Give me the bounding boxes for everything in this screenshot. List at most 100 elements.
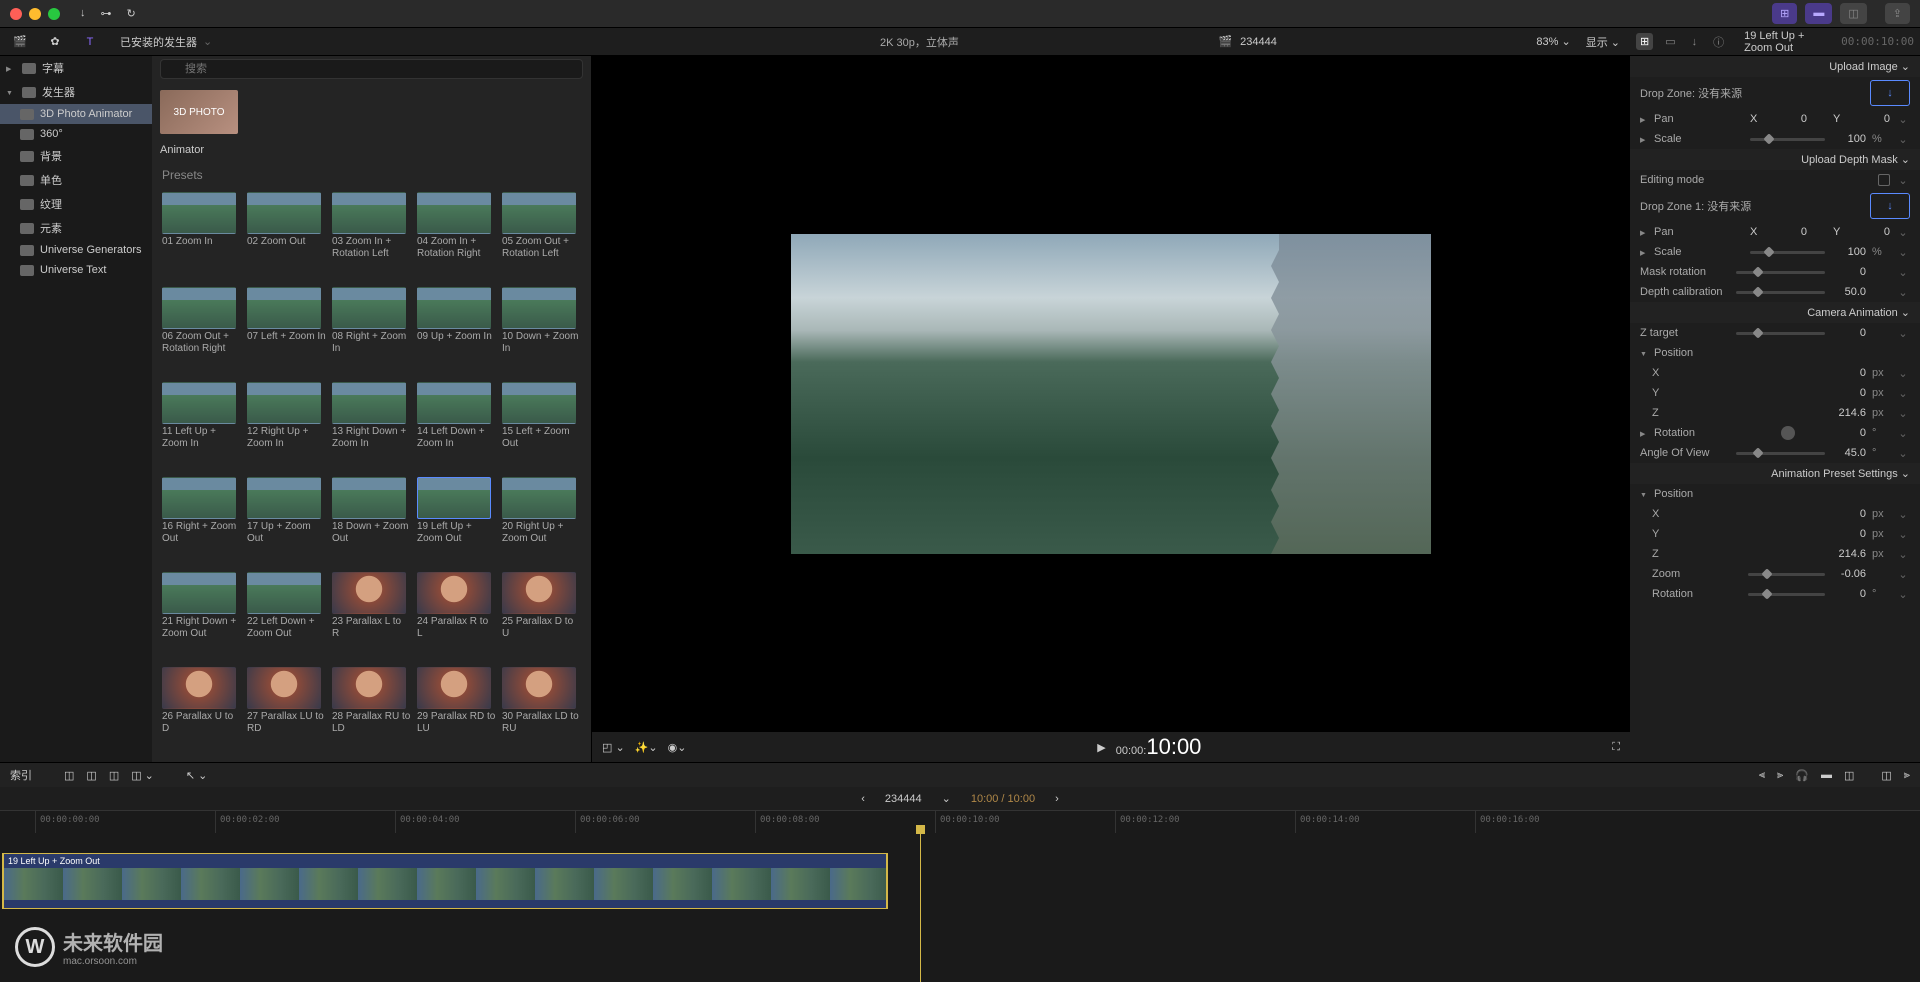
sidebar-item[interactable]: Universe Generators — [0, 240, 152, 260]
inspector-tab-info[interactable]: ↓ — [1688, 34, 1702, 50]
tl-icon-r4[interactable]: ▬ — [1821, 769, 1832, 781]
minimize-window[interactable] — [29, 8, 41, 20]
rot2-val[interactable]: 0 — [1831, 588, 1866, 600]
timeline-playhead[interactable] — [920, 833, 921, 982]
editing-mode-checkbox[interactable] — [1878, 174, 1890, 186]
position-label[interactable]: Position — [1654, 347, 1744, 359]
select-tool-icon[interactable]: ↖ ⌄ — [186, 769, 208, 782]
scale2-slider[interactable] — [1750, 251, 1825, 254]
preset-item[interactable]: 06 Zoom Out + Rotation Right — [162, 287, 241, 376]
preset-item[interactable]: 09 Up + Zoom In — [417, 287, 496, 376]
sidebar-item[interactable]: 字幕 — [0, 56, 152, 80]
scale2-val[interactable]: 100 — [1831, 246, 1866, 258]
titles-icon[interactable]: T — [80, 33, 100, 51]
tl-tool-2[interactable]: ◫ — [86, 769, 96, 782]
keyword-icon[interactable]: ⊶ — [101, 7, 112, 20]
tl-icon-r3[interactable]: 🎧 — [1795, 769, 1809, 782]
preset-item[interactable]: 23 Parallax L to R — [332, 572, 411, 661]
sidebar-item[interactable]: 360° — [0, 124, 152, 144]
preset-item[interactable]: 30 Parallax LD to RU — [502, 667, 581, 756]
pos2-y-val[interactable]: 0 — [1831, 528, 1866, 540]
depth-cal-slider[interactable] — [1736, 291, 1825, 294]
tl-icon-r1[interactable]: ⫷ — [1759, 769, 1765, 782]
rotation-dial[interactable] — [1781, 426, 1795, 440]
workspace-btn-3[interactable]: ◫ — [1840, 3, 1866, 24]
viewer-display[interactable]: 显示 ⌄ — [1586, 34, 1620, 50]
dropzone-well[interactable]: ↓ — [1870, 80, 1910, 106]
tl-icon-r7[interactable]: ⫸ — [1904, 769, 1910, 782]
tl-icon-r5[interactable]: ◫ — [1844, 769, 1854, 782]
preset-item[interactable]: 19 Left Up + Zoom Out — [417, 477, 496, 566]
workspace-btn-2[interactable]: ▬ — [1805, 3, 1832, 24]
inspector-tab-i[interactable]: ⓘ — [1709, 32, 1728, 52]
workspace-btn-1[interactable]: ⊞ — [1772, 3, 1797, 24]
preset-item[interactable]: 18 Down + Zoom Out — [332, 477, 411, 566]
pan-y[interactable]: 0 — [1855, 113, 1890, 125]
share-icon[interactable]: ⇪ — [1885, 3, 1910, 24]
preset-item[interactable]: 07 Left + Zoom In — [247, 287, 326, 376]
preset-item[interactable]: 28 Parallax RU to LD — [332, 667, 411, 756]
tl-icon-r6[interactable]: ◫ — [1881, 769, 1891, 782]
preset-item[interactable]: 13 Right Down + Zoom In — [332, 382, 411, 471]
sidebar-item[interactable]: 背景 — [0, 144, 152, 168]
sidebar-item[interactable]: 发生器 — [0, 80, 152, 104]
timeline-ruler[interactable]: 00:00:00:0000:00:02:0000:00:04:0000:00:0… — [0, 811, 1920, 833]
preset-item[interactable]: 27 Parallax LU to RD — [247, 667, 326, 756]
rot2-slider[interactable] — [1748, 593, 1825, 596]
scale-slider[interactable] — [1750, 138, 1825, 141]
sidebar-item[interactable]: 单色 — [0, 168, 152, 192]
preset-item[interactable]: 01 Zoom In — [162, 192, 241, 281]
tl-icon-r2[interactable]: ⫸ — [1777, 769, 1783, 782]
mask-rot-slider[interactable] — [1736, 271, 1825, 274]
library-icon[interactable]: 🎬 — [10, 33, 30, 51]
preset-item[interactable]: 08 Right + Zoom In — [332, 287, 411, 376]
preset-item[interactable]: 20 Right Up + Zoom Out — [502, 477, 581, 566]
preset-item[interactable]: 02 Zoom Out — [247, 192, 326, 281]
preset-item[interactable]: 16 Right + Zoom Out — [162, 477, 241, 566]
search-input[interactable] — [160, 59, 583, 79]
preset-item[interactable]: 26 Parallax U to D — [162, 667, 241, 756]
angle-val[interactable]: 45.0 — [1831, 447, 1866, 459]
preset-item[interactable]: 04 Zoom In + Rotation Right — [417, 192, 496, 281]
position2-label[interactable]: Position — [1654, 488, 1744, 500]
preset-item[interactable]: 05 Zoom Out + Rotation Left — [502, 192, 581, 281]
inspector-tab-generator[interactable]: ⊞ — [1636, 33, 1653, 50]
sidebar-item[interactable]: 3D Photo Animator — [0, 104, 152, 124]
viewer-timecode[interactable]: 00:00:10:00 — [1116, 734, 1202, 760]
pos2-x-val[interactable]: 0 — [1831, 508, 1866, 520]
preset-item[interactable]: 17 Up + Zoom Out — [247, 477, 326, 566]
mask-rot-val[interactable]: 0 — [1831, 266, 1866, 278]
preset-item[interactable]: 24 Parallax R to L — [417, 572, 496, 661]
index-label[interactable]: 索引 — [10, 767, 32, 783]
timeline-tracks[interactable]: 19 Left Up + Zoom Out — [0, 833, 1920, 982]
pos-x-val[interactable]: 0 — [1831, 367, 1866, 379]
preset-item[interactable]: 25 Parallax D to U — [502, 572, 581, 661]
preset-item[interactable]: 14 Left Down + Zoom In — [417, 382, 496, 471]
sidebar-item[interactable]: Universe Text — [0, 260, 152, 280]
import-icon[interactable]: ↓ — [80, 7, 86, 20]
depth-cal-val[interactable]: 50.0 — [1831, 286, 1866, 298]
preset-item[interactable]: 21 Right Down + Zoom Out — [162, 572, 241, 661]
preset-item[interactable]: 03 Zoom In + Rotation Left — [332, 192, 411, 281]
preset-item[interactable]: 10 Down + Zoom In — [502, 287, 581, 376]
preset-item[interactable]: 29 Parallax RD to LU — [417, 667, 496, 756]
pos2-z-val[interactable]: 214.6 — [1831, 548, 1866, 560]
enhance-tool-icon[interactable]: ✨⌄ — [635, 741, 658, 754]
play-icon[interactable]: ▶ — [1097, 741, 1105, 754]
preset-item[interactable]: 22 Left Down + Zoom Out — [247, 572, 326, 661]
angle-slider[interactable] — [1736, 452, 1825, 455]
z-target-slider[interactable] — [1736, 332, 1825, 335]
preset-item[interactable]: 12 Right Up + Zoom In — [247, 382, 326, 471]
tl-tool-3[interactable]: ◫ — [109, 769, 119, 782]
crop-tool-icon[interactable]: ◰ ⌄ — [602, 741, 625, 754]
browser-panel-title[interactable]: 已安装的发生器 ⌄ — [110, 34, 870, 50]
photos-icon[interactable]: ✿ — [45, 33, 65, 51]
timeline-next-icon[interactable]: › — [1055, 793, 1059, 805]
rot-val[interactable]: 0 — [1831, 427, 1866, 439]
inspector-tab-video[interactable]: ▭ — [1661, 33, 1679, 50]
dropzone1-well[interactable]: ↓ — [1870, 193, 1910, 219]
close-window[interactable] — [10, 8, 22, 20]
preset-item[interactable]: 11 Left Up + Zoom In — [162, 382, 241, 471]
retime-tool-icon[interactable]: ◉⌄ — [668, 741, 687, 754]
fullscreen-icon[interactable]: ⛶ — [1612, 741, 1620, 754]
